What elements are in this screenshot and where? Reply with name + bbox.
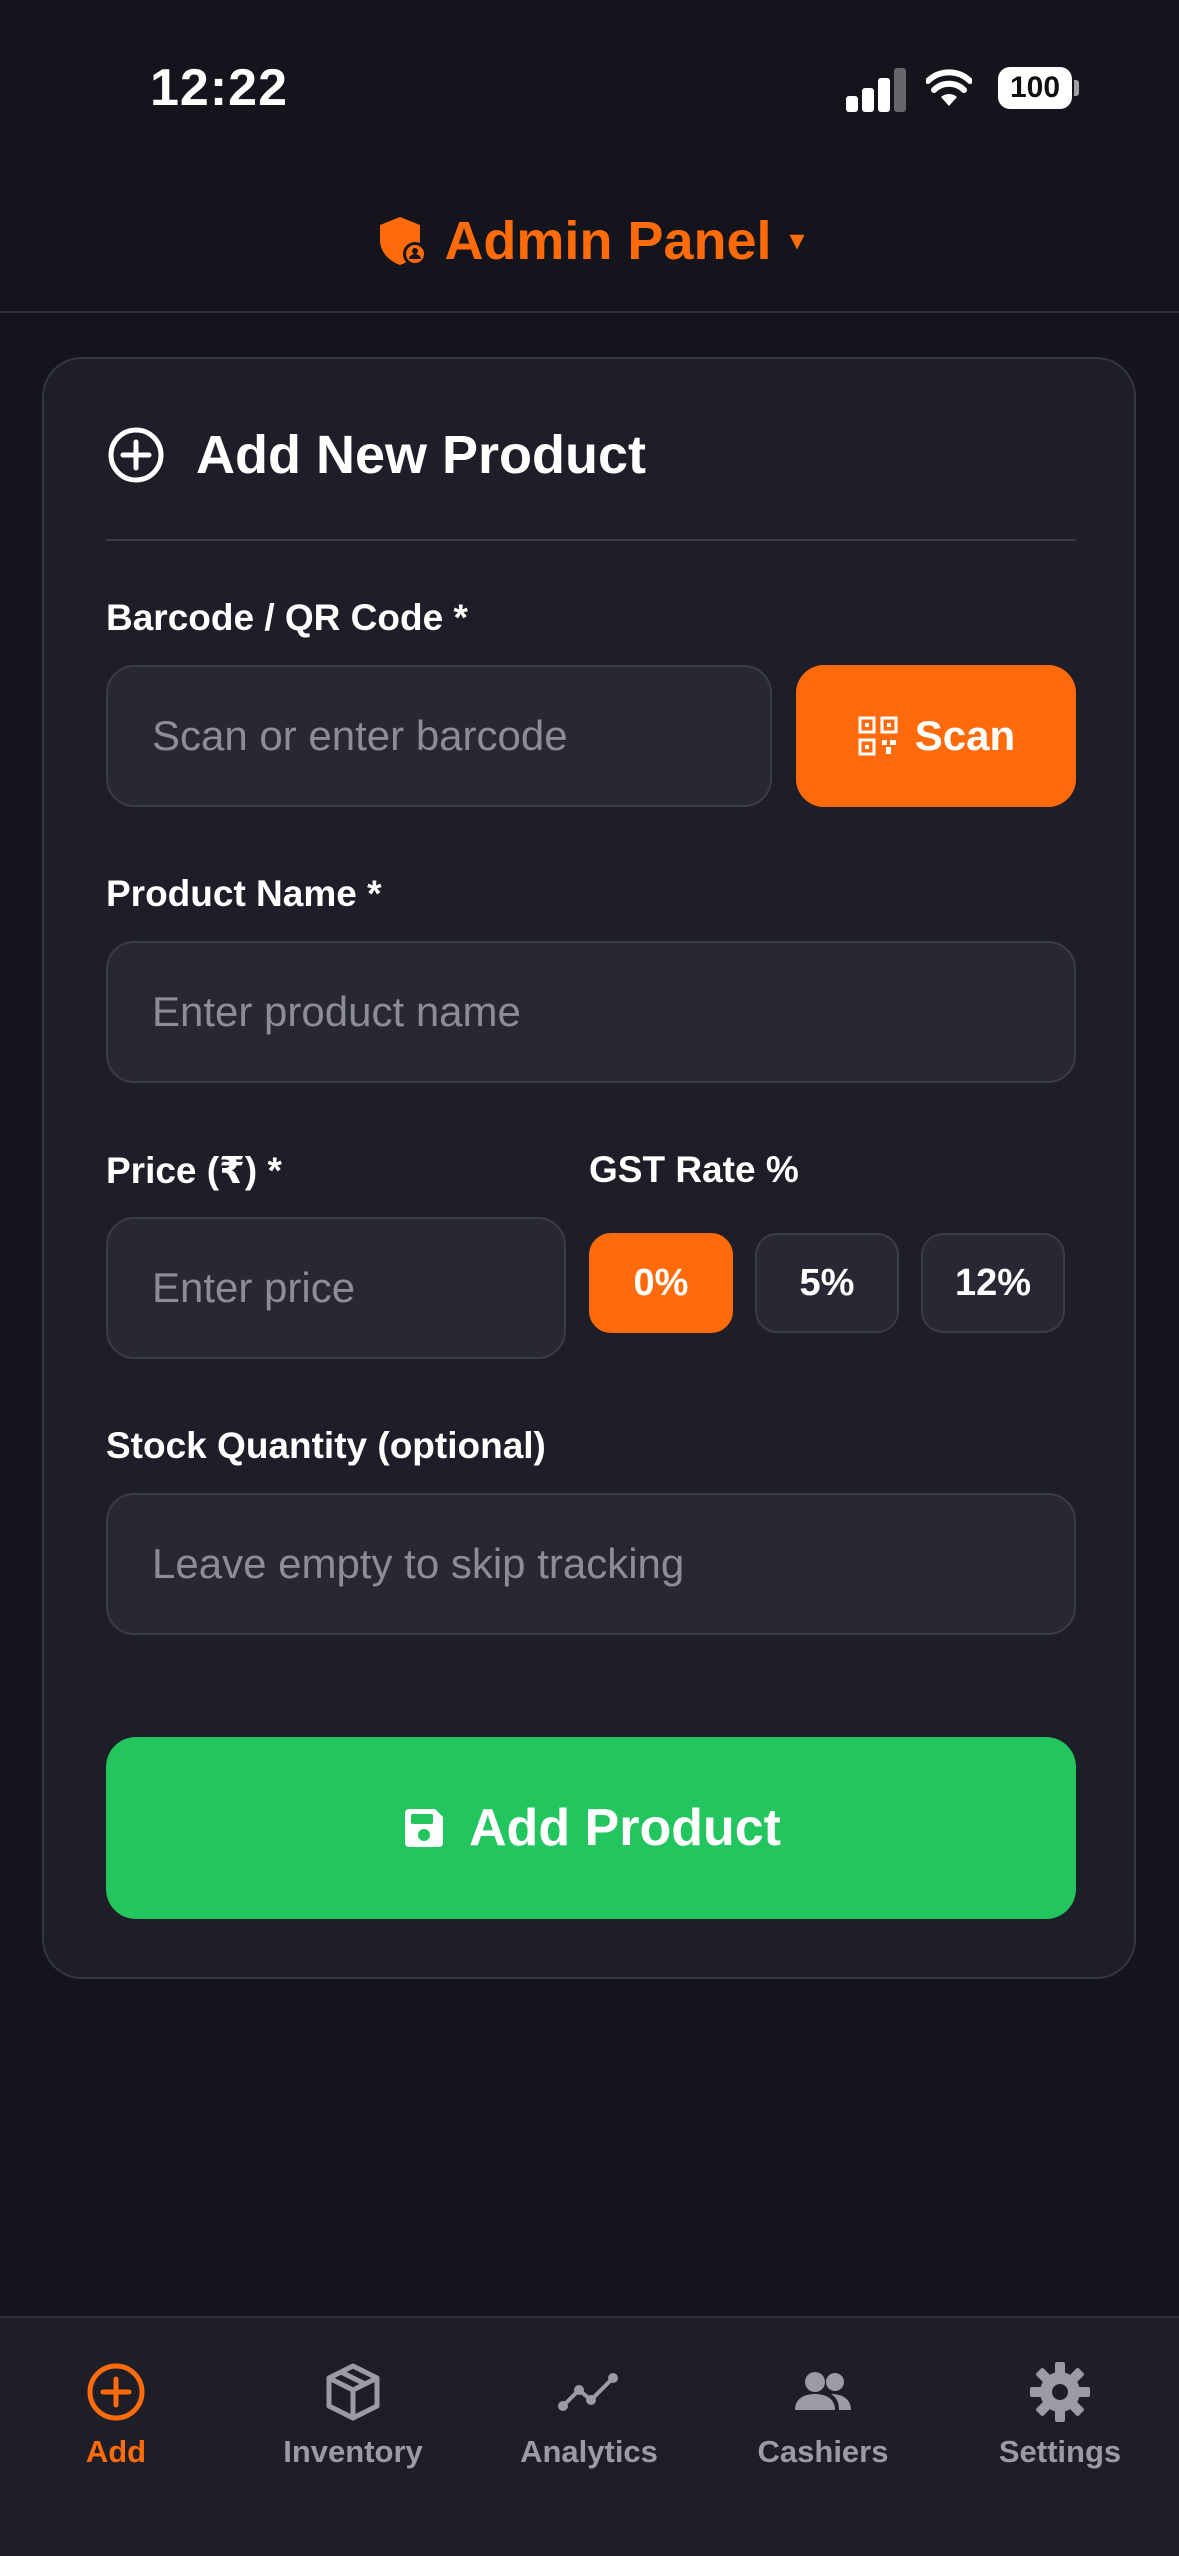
admin-shield-icon	[380, 216, 428, 266]
nav-label-settings: Settings	[998, 2434, 1122, 2469]
bottom-nav: Add Inventory Analytics Cashiers Setting…	[0, 2316, 1179, 2556]
save-icon	[405, 1809, 443, 1847]
users-icon	[795, 2372, 851, 2410]
stock-quantity-label: Stock Quantity (optional)	[106, 1425, 546, 1466]
product-name-label: Product Name *	[106, 873, 382, 914]
status-time: 12:22	[150, 59, 288, 117]
barcode-label: Barcode / QR Code *	[106, 597, 468, 638]
add-product-button-label: Add Product	[469, 1799, 781, 1857]
plus-circle-icon	[108, 427, 164, 483]
gst-rate-options: 0% 5% 12%	[589, 1219, 1094, 1349]
add-product-card: Add New Product Barcode / QR Code * Scan…	[42, 357, 1136, 1979]
box-icon	[326, 2363, 380, 2421]
page-title: Admin Panel	[444, 210, 772, 271]
battery-icon: 100	[998, 67, 1079, 109]
card-header: Add New Product	[106, 409, 1076, 541]
nav-label-add: Add	[85, 2434, 147, 2469]
wifi-icon	[926, 69, 972, 106]
gst-option-12[interactable]: 12%	[921, 1233, 1065, 1333]
add-product-button[interactable]: Add Product	[106, 1737, 1076, 1919]
nav-item-add[interactable]: Add	[11, 2360, 221, 2480]
gst-option-0[interactable]: 0%	[589, 1233, 733, 1333]
qr-code-icon	[858, 716, 898, 756]
app-header: Admin Panel ▾	[0, 170, 1179, 313]
nav-item-cashiers[interactable]: Cashiers	[718, 2360, 928, 2480]
price-label: Price (₹) *	[106, 1150, 282, 1191]
cellular-signal-icon	[846, 68, 906, 112]
product-name-input[interactable]	[106, 941, 1076, 1083]
nav-label-cashiers: Cashiers	[757, 2434, 889, 2469]
screen: 12:22 100 Admin Panel ▾ Add New Product …	[0, 0, 1179, 2556]
status-bar: 12:22 100	[0, 0, 1179, 170]
nav-label-inventory: Inventory	[283, 2434, 423, 2469]
nav-item-inventory[interactable]: Inventory	[248, 2360, 458, 2480]
nav-label-analytics: Analytics	[520, 2434, 658, 2469]
chart-line-icon	[558, 2373, 618, 2411]
panel-switcher[interactable]: Admin Panel ▾	[374, 210, 805, 272]
gst-rate-label: GST Rate %	[589, 1149, 799, 1190]
scan-button-label: Scan	[914, 712, 1016, 759]
nav-item-analytics[interactable]: Analytics	[484, 2360, 694, 2480]
price-input[interactable]	[106, 1217, 566, 1359]
gst-option-5[interactable]: 5%	[755, 1233, 899, 1333]
stock-quantity-input[interactable]	[106, 1493, 1076, 1635]
scan-button[interactable]: Scan	[796, 665, 1076, 807]
gear-icon	[1030, 2362, 1090, 2422]
card-title: Add New Product	[196, 425, 647, 485]
barcode-input[interactable]	[106, 665, 772, 807]
battery-level: 100	[998, 67, 1072, 109]
nav-item-settings[interactable]: Settings	[955, 2360, 1165, 2480]
plus-circle-icon	[87, 2363, 145, 2421]
chevron-down-icon: ▾	[789, 224, 805, 257]
